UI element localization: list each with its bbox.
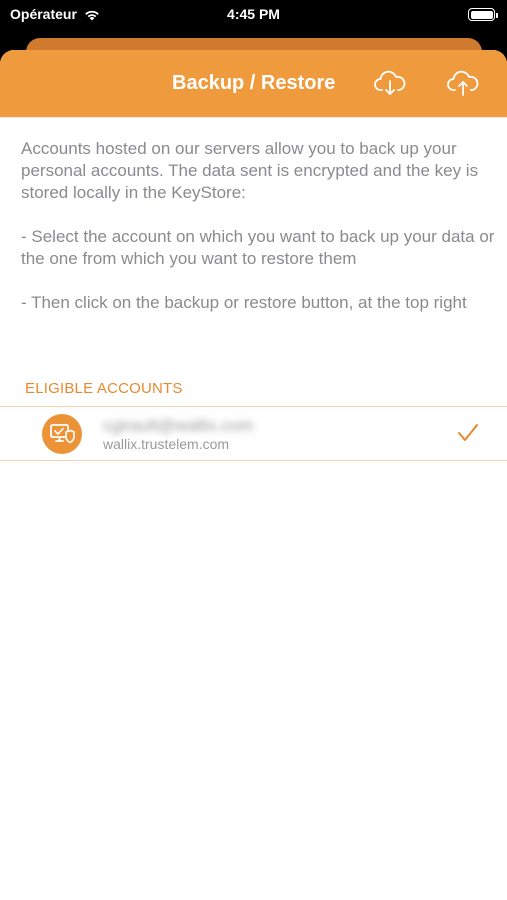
account-email: cgirault@wallix.com [103,416,254,435]
cloud-upload-icon [447,70,479,96]
nav-bar: Backup / Restore [0,50,507,118]
account-host: wallix.trustelem.com [103,436,230,452]
cloud-download-icon [374,70,406,95]
backup-button[interactable] [445,67,481,99]
info-text: Accounts hosted on our servers allow you… [21,138,496,336]
section-header-eligible-accounts: ELIGIBLE ACCOUNTS [25,380,183,397]
account-avatar [42,414,82,454]
restore-button[interactable] [372,67,408,99]
info-paragraph-intro: Accounts hosted on our servers allow you… [21,139,479,202]
info-paragraph-select: - Select the account on which you want t… [21,227,495,268]
devices-shield-icon [50,424,75,444]
status-bar: Opérateur 4:45 PM [0,0,507,34]
modal-sheet: Backup / Restore Accounts hosted on our … [0,50,507,900]
checkmark-icon [458,424,478,441]
status-time: 4:45 PM [227,6,280,22]
account-row[interactable]: cgirault@wallix.com wallix.trustelem.com [0,406,507,461]
battery-icon [468,8,498,21]
page-title: Backup / Restore [172,72,336,94]
info-paragraph-action: - Then click on the backup or restore bu… [21,293,467,312]
